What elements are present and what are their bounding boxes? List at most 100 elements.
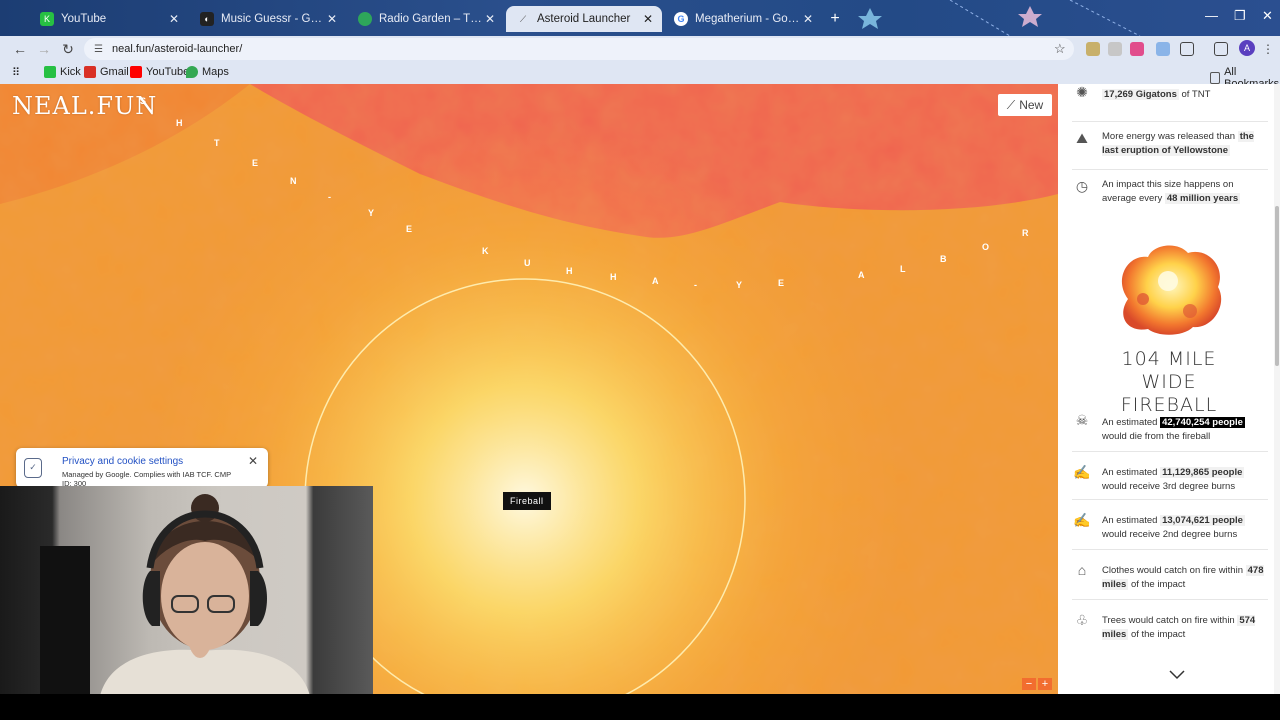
bookmark-gmail[interactable]: Gmail (84, 66, 129, 78)
bookmark-maps[interactable]: Maps (186, 66, 229, 78)
tab-radio-garden[interactable]: Radio Garden – TheGoosh Radi ✕ (348, 6, 504, 32)
bookmark-star-icon[interactable]: ☆ (1054, 41, 1074, 57)
kick-icon: K (40, 12, 54, 26)
stat-yellowstone: ⛰ More energy was released than the last… (1072, 122, 1268, 170)
close-icon[interactable]: ✕ (166, 12, 182, 26)
map-place-label: B (940, 254, 948, 264)
new-button-label: New (1019, 98, 1044, 112)
effect-pre: Clothes would catch on fire within (1102, 565, 1243, 576)
close-icon[interactable]: ✕ (800, 12, 816, 26)
tab-music-guessr[interactable]: ◐ Music Guessr - GeoGuessr for M ✕ (190, 6, 346, 32)
reload-icon[interactable]: ↻ (58, 39, 78, 59)
effect-pre: An estimated (1102, 467, 1158, 478)
sidebar-scrollbar-thumb[interactable] (1275, 206, 1279, 366)
clock-icon: ◷ (1075, 178, 1089, 194)
map-place-label: O (982, 242, 991, 252)
tab-asteroid-launcher[interactable]: ⟋ Asteroid Launcher ✕ (506, 6, 662, 32)
map-place-label: N (290, 176, 298, 186)
stat-text: 17,269 Gigatons of TNT (1102, 88, 1270, 102)
tree-icon: ♧ (1075, 612, 1089, 628)
map-place-label: H (176, 118, 184, 128)
privacy-shield-icon[interactable]: ✓ (24, 458, 42, 478)
apps-grid-icon[interactable]: ⠿ (12, 66, 20, 79)
cast-icon[interactable] (1214, 42, 1228, 56)
close-icon[interactable]: ✕ (248, 454, 258, 468)
map-place-label: S (140, 96, 148, 106)
map-place-label: E (778, 278, 786, 288)
map-place-label: Y (736, 280, 744, 290)
bottom-letterbox (0, 694, 1280, 720)
tab-title: YouTube (61, 13, 107, 25)
effect-clothes-fire: ⌂ Clothes would catch on fire within 478… (1072, 550, 1268, 600)
map-place-label: E (406, 224, 414, 234)
address-bar[interactable]: ☰ neal.fun/asteroid-launcher/ ☆ (84, 38, 1074, 60)
site-info-icon[interactable]: ☰ (94, 44, 106, 55)
profile-avatar[interactable]: A (1239, 40, 1255, 56)
extension-icon[interactable] (1156, 42, 1170, 56)
forward-icon[interactable]: → (34, 39, 54, 59)
effect-2nd-degree-burns: ✍ An estimated 13,074,621 people would r… (1072, 500, 1268, 550)
tab-title: Asteroid Launcher (537, 13, 631, 25)
map-place-label: A (858, 270, 866, 280)
sidebar-scrollbar[interactable] (1274, 84, 1280, 694)
back-icon[interactable]: ← (10, 39, 30, 59)
extension-icon[interactable] (1108, 42, 1122, 56)
google-icon: G (674, 12, 688, 26)
stat-pre: More energy was released than (1102, 131, 1236, 142)
map-place-label: H (610, 272, 618, 282)
close-icon[interactable]: ✕ (482, 12, 498, 26)
tab-youtube[interactable]: K YouTube ✕ (30, 6, 188, 32)
effect-highlight: 11,129,865 people (1160, 467, 1245, 478)
effect-text: Clothes would catch on fire within 478 m… (1102, 564, 1270, 591)
close-icon[interactable]: ✕ (324, 12, 340, 26)
cookie-consent-popup[interactable]: ✓ Privacy and cookie settings Managed by… (16, 448, 268, 488)
effect-post: of the impact (1130, 578, 1186, 590)
extension-icon[interactable] (1130, 42, 1144, 56)
new-button[interactable]: ⟋ New (998, 94, 1052, 116)
effect-3rd-degree-burns: ✍ An estimated 11,129,865 people would r… (1072, 452, 1268, 500)
extensions-puzzle-icon[interactable] (1180, 42, 1194, 56)
stat-highlight: 48 million years (1164, 192, 1241, 204)
maps-icon (186, 66, 198, 78)
minimize-icon[interactable]: — (1205, 8, 1218, 23)
browser-toolbar: ← → ↻ ☰ neal.fun/asteroid-launcher/ ☆ ⋮ (0, 36, 1280, 62)
effect-post: would receive 2nd degree burns (1102, 528, 1238, 540)
map-place-label: A (652, 276, 660, 286)
effect-highlight: 42,740,254 people (1160, 417, 1245, 428)
effect-text: Trees would catch on fire within 574 mil… (1102, 614, 1270, 641)
effect-text: An estimated 42,740,254 people would die… (1102, 416, 1270, 443)
bookmark-youtube[interactable]: YouTube (130, 66, 189, 78)
zoom-in-button[interactable]: + (1038, 678, 1052, 690)
neal-fun-logo[interactable]: NEAL.FUN (12, 92, 157, 120)
bookmark-kick[interactable]: Kick (44, 66, 81, 78)
burn-icon: ✍ (1073, 512, 1091, 528)
map-place-label: K (482, 246, 490, 256)
bookmarks-bar: ⠿ Kick Gmail YouTube Maps All Bookmarks (0, 62, 1280, 90)
zoom-out-button[interactable]: − (1022, 678, 1036, 690)
effect-post: of the impact (1130, 628, 1186, 640)
radio-garden-icon (358, 12, 372, 26)
extension-icon[interactable] (1086, 42, 1100, 56)
close-window-icon[interactable]: ✕ (1262, 8, 1273, 24)
map-place-label: Y (368, 208, 376, 218)
skull-icon: ☠ (1075, 412, 1089, 428)
effect-deaths: ☠ An estimated 42,740,254 people would d… (1072, 402, 1268, 452)
effect-trees-fire: ♧ Trees would catch on fire within 574 m… (1072, 600, 1268, 650)
bookmark-label: Maps (202, 66, 229, 78)
tab-google-search[interactable]: G Megatherium - Google Search ✕ (664, 6, 822, 32)
webcam-overlay (0, 486, 373, 696)
effect-text: An estimated 13,074,621 people would rec… (1102, 514, 1270, 541)
menu-icon[interactable]: ⋮ (1262, 42, 1276, 56)
fireball-illustration (1121, 245, 1222, 335)
maximize-icon[interactable]: ❐ (1234, 8, 1246, 24)
results-sidebar[interactable]: ✺ 17,269 Gigatons of TNT ⛰ More energy w… (1058, 84, 1280, 694)
chevron-down-icon[interactable] (1168, 668, 1186, 682)
close-icon[interactable]: ✕ (640, 12, 656, 26)
tab-title: Radio Garden – TheGoosh Radi (379, 13, 482, 25)
youtube-icon (130, 66, 142, 78)
stat-energy: ✺ 17,269 Gigatons of TNT (1072, 84, 1268, 122)
cookie-title[interactable]: Privacy and cookie settings (62, 456, 183, 467)
asteroid-icon: ⟋ (1006, 97, 1016, 112)
kick-icon (44, 66, 56, 78)
new-tab-button[interactable]: + (826, 10, 844, 28)
